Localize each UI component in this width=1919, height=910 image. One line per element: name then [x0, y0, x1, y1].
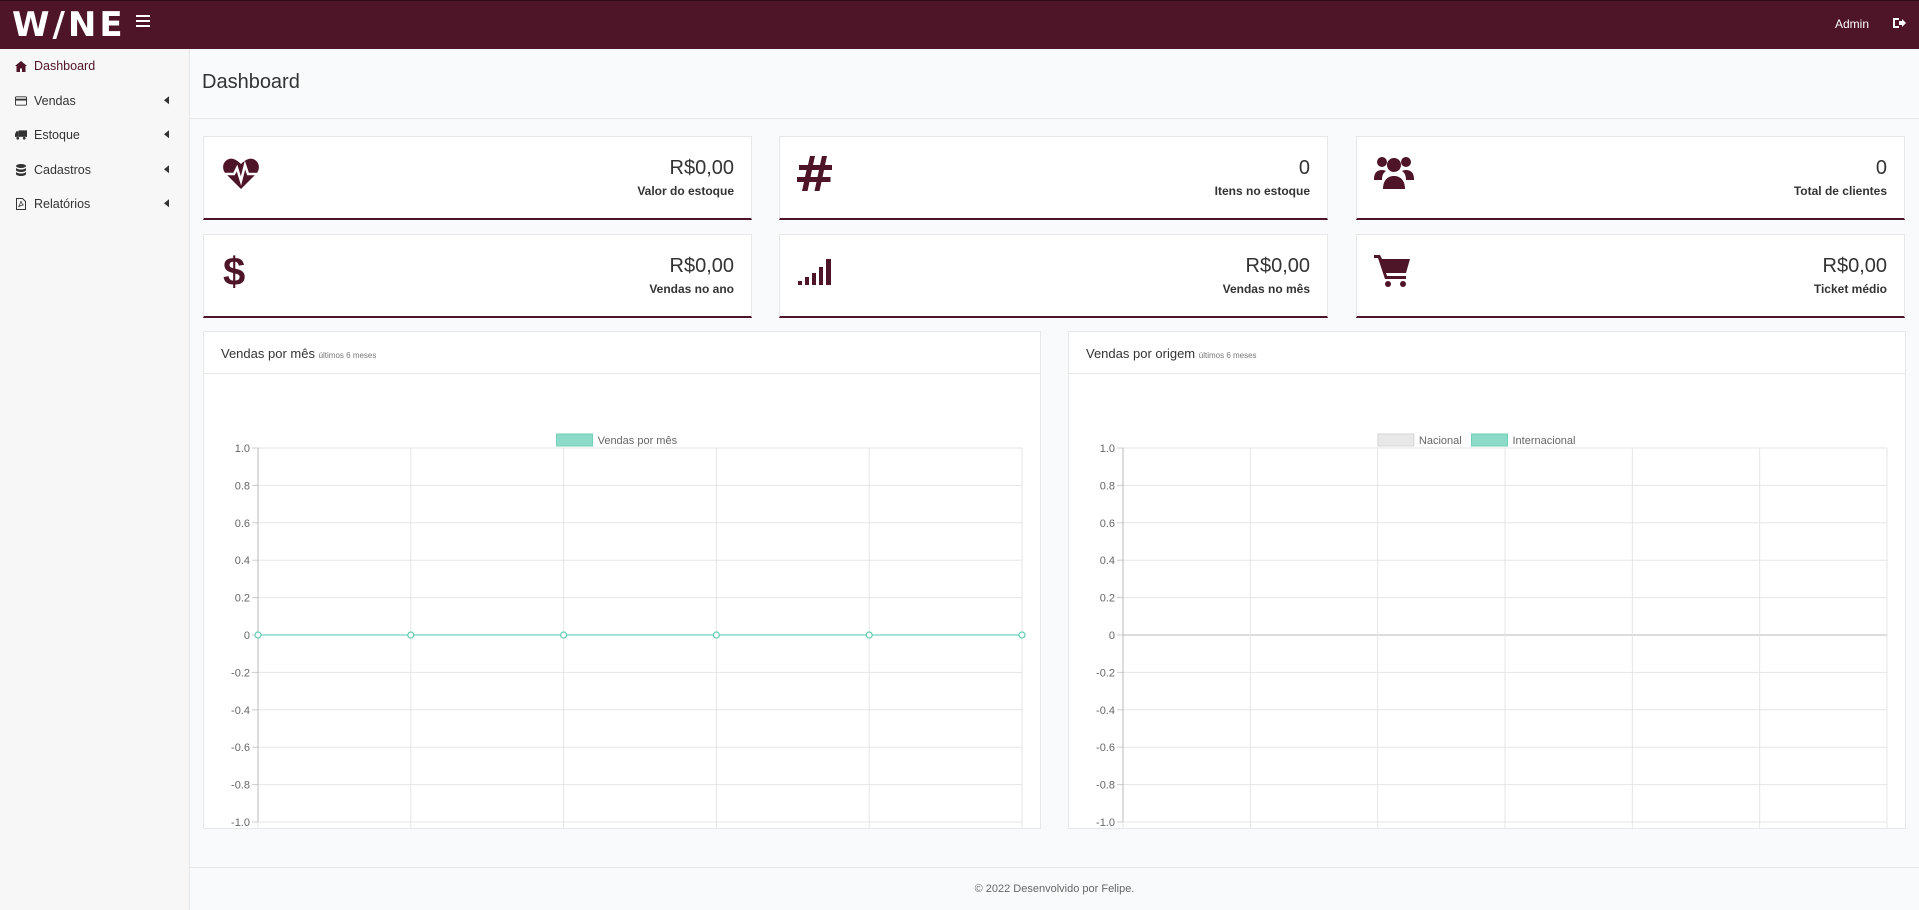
stat-value: 0 — [1298, 157, 1310, 179]
y-tick-label: 0.2 — [1100, 593, 1115, 605]
sidebar-item-label: Dashboard — [34, 59, 96, 74]
y-tick-label: -1.0 — [231, 817, 250, 828]
y-tick-label: -0.4 — [1096, 705, 1115, 717]
y-tick-label: -0.8 — [231, 780, 250, 792]
stat-card-ticket-medio: R$0,00 Ticket médio — [1356, 234, 1905, 318]
chart-vendas-por-origem: Nacional Internacional 1.0 0.8 0.6 0.4 0.2 0 -0.… — [1096, 433, 1888, 842]
data-point — [254, 631, 262, 639]
legend-swatch — [1377, 433, 1415, 447]
page-title: Dashboard — [202, 71, 300, 93]
signal-icon — [798, 259, 831, 285]
stat-value: R$0,00 — [669, 255, 735, 277]
y-tick-label: -0.2 — [231, 667, 250, 679]
y-tick-label: 0.8 — [235, 480, 250, 492]
sidebar-item-label: Cadastros — [34, 162, 91, 177]
y-tick-label: 0.6 — [235, 518, 250, 530]
wine-logo[interactable]: W/NE — [12, 5, 126, 45]
legend-label: Vendas por mês — [598, 435, 678, 447]
y-tick-label: -0.2 — [1096, 667, 1115, 679]
stat-card-itens-estoque: 0 Itens no estoque — [779, 136, 1328, 220]
svg-text:$: $ — [223, 251, 245, 291]
panel-title: Vendas por origem — [1086, 346, 1196, 361]
stat-label: Vendas no ano — [649, 282, 734, 296]
caret-left-icon — [164, 130, 169, 139]
data-point — [560, 631, 568, 639]
stat-value: R$0,00 — [1245, 255, 1311, 277]
panel-subtitle: últimos 6 meses — [1198, 351, 1257, 360]
y-tick-label: 0 — [1109, 630, 1115, 642]
stat-label: Ticket médio — [1813, 282, 1887, 296]
y-tick-label: -0.4 — [231, 705, 250, 717]
sidebar-item-relatorios[interactable]: Relatórios — [0, 187, 189, 222]
stat-label: Valor do estoque — [637, 184, 734, 198]
file-pdf-icon — [15, 198, 27, 211]
y-tick-label: 0.6 — [1100, 518, 1115, 530]
panel-subtitle: últimos 6 meses — [318, 351, 377, 360]
sidebar-item-dashboard[interactable]: Dashboard — [0, 49, 189, 84]
y-tick-label: 0.4 — [235, 555, 250, 567]
stat-value: R$0,00 — [1822, 255, 1888, 277]
legend-label: Internacional — [1513, 435, 1576, 447]
y-tick-label: 0.4 — [1100, 555, 1115, 567]
truck-icon — [15, 129, 27, 141]
sidebar-item-label: Estoque — [34, 128, 80, 143]
database-icon — [15, 163, 27, 176]
menu-toggle-icon[interactable] — [136, 15, 150, 29]
data-point — [407, 631, 415, 639]
chart-vendas-por-mes: Vendas por mês 1.0 0.8 0.6 0.4 0.2 0 -0.2 -0.4 -0… — [231, 433, 1042, 842]
stat-label: Itens no estoque — [1214, 184, 1310, 198]
panel-heading: Vendas por origem últimos 6 meses — [1069, 332, 1905, 374]
stat-card-vendas-ano: $ R$0,00 Vendas no ano — [203, 234, 752, 318]
stat-card-vendas-mes: R$0,00 Vendas no mês — [779, 234, 1328, 318]
caret-left-icon — [164, 199, 169, 208]
y-tick-label: -0.6 — [231, 742, 250, 754]
stat-value: R$0,00 — [669, 157, 735, 179]
y-tick-label: 0.2 — [235, 593, 250, 605]
stat-value: 0 — [1875, 157, 1887, 179]
y-tick-label: 0.8 — [1100, 480, 1115, 492]
data-point — [1018, 631, 1026, 639]
panel-title: Vendas por mês — [221, 346, 315, 361]
caret-left-icon — [164, 95, 169, 104]
user-name[interactable]: Admin — [1835, 17, 1869, 31]
credit-card-icon — [15, 95, 27, 107]
y-tick-label: -0.8 — [1096, 780, 1115, 792]
logout-icon[interactable] — [1891, 15, 1907, 31]
logo-text: W/NE — [12, 5, 126, 45]
heartbeat-icon — [223, 158, 259, 189]
y-tick-label: 1.0 — [1100, 443, 1115, 455]
y-tick-label: -1.0 — [1096, 817, 1115, 828]
users-icon — [1374, 157, 1414, 189]
stat-card-valor-estoque: R$0,00 Valor do estoque — [203, 136, 752, 220]
footer-text: © 2022 Desenvolvido por Felipe. — [974, 883, 1135, 895]
data-point — [712, 631, 721, 639]
stat-card-total-clientes: 0 Total de clientes — [1356, 136, 1905, 220]
legend-swatch — [556, 433, 594, 447]
sidebar-item-cadastros[interactable]: Cadastros — [0, 153, 189, 188]
panel-heading: Vendas por mês últimos 6 meses — [204, 332, 1040, 374]
panel-vendas-por-origem: Vendas por origem últimos 6 meses Nacion… — [1068, 331, 1906, 842]
panel-vendas-por-mes: Vendas por mês últimos 6 meses Vendas po… — [203, 331, 1042, 842]
y-tick-label: -0.6 — [1096, 742, 1115, 754]
stat-label: Total de clientes — [1793, 184, 1887, 198]
sidebar: Dashboard Vendas Estoque Cadastros Relat… — [0, 49, 190, 910]
sidebar-item-estoque[interactable]: Estoque — [0, 118, 189, 153]
y-tick-label: 0 — [244, 630, 250, 642]
dollar-icon: $ — [223, 251, 245, 291]
top-navbar: W/NE Admin — [0, 0, 1919, 49]
sidebar-item-label: Vendas — [34, 93, 76, 108]
sidebar-item-vendas[interactable]: Vendas — [0, 84, 189, 119]
y-tick-label: 1.0 — [235, 443, 250, 455]
caret-left-icon — [164, 164, 169, 173]
home-icon — [15, 60, 27, 72]
footer: © 2022 Desenvolvido por Felipe. — [190, 867, 1919, 910]
cart-icon — [1374, 255, 1410, 287]
legend-label: Nacional — [1419, 435, 1462, 447]
sidebar-item-label: Relatórios — [34, 197, 91, 212]
legend-swatch — [1471, 433, 1508, 447]
content-header: Dashboard — [190, 49, 1919, 119]
hashtag-icon — [797, 156, 832, 191]
data-point — [865, 631, 873, 639]
stat-label: Vendas no mês — [1222, 282, 1310, 296]
